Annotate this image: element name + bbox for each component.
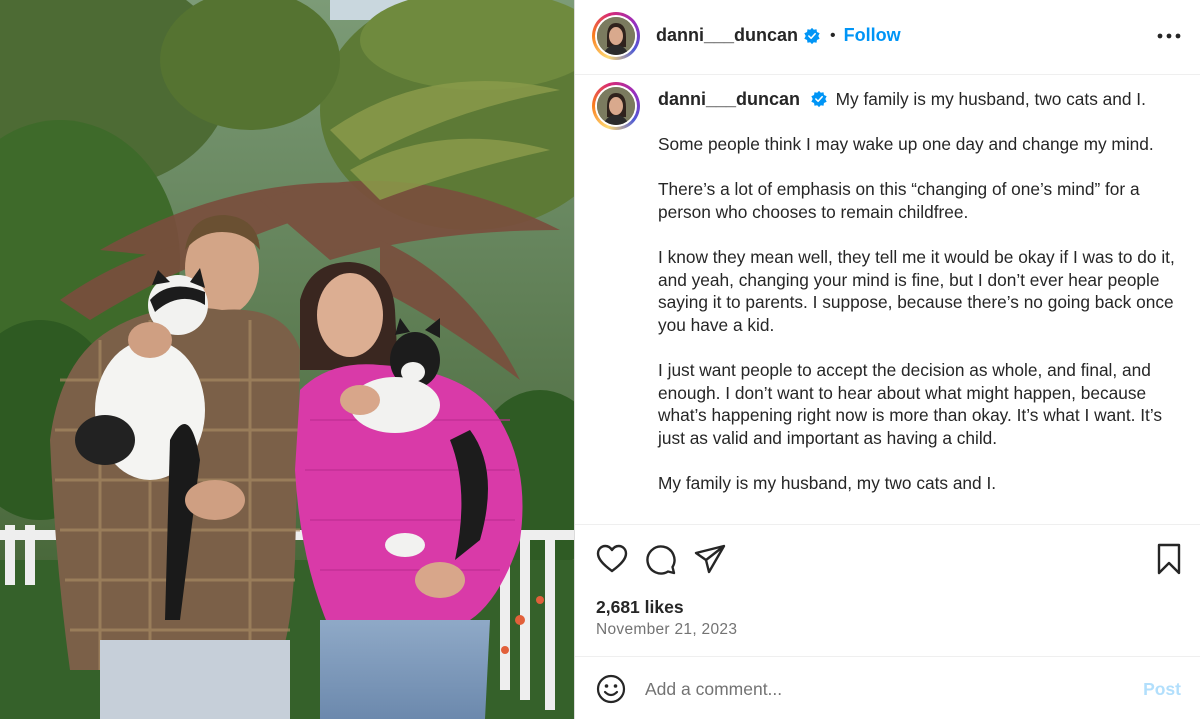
post-comment-button[interactable]: Post bbox=[1143, 679, 1181, 700]
verified-badge-icon bbox=[811, 90, 827, 108]
caption-text: danni___duncan My family is my husband, … bbox=[658, 88, 1178, 495]
caption-paragraph: I know they mean well, they tell me it w… bbox=[658, 247, 1175, 335]
header-user-row: danni___duncan • Follow bbox=[656, 25, 901, 46]
post-header: danni___duncan • Follow bbox=[575, 0, 1200, 75]
author-avatar[interactable] bbox=[592, 12, 640, 60]
heart-icon[interactable] bbox=[595, 542, 629, 576]
caption-paragraph: Some people think I may wake up one day … bbox=[658, 134, 1154, 155]
comment-composer: Post bbox=[575, 656, 1200, 719]
avatar-image bbox=[597, 87, 635, 125]
emoji-icon[interactable] bbox=[595, 673, 627, 705]
photo-illustration bbox=[0, 0, 574, 719]
follow-button[interactable]: Follow bbox=[844, 25, 901, 46]
post-photo[interactable] bbox=[0, 0, 574, 719]
avatar-image bbox=[597, 17, 635, 55]
caption-avatar[interactable] bbox=[592, 82, 640, 130]
likes-count[interactable]: 2,681 likes bbox=[596, 597, 684, 618]
verified-badge-icon bbox=[804, 27, 820, 44]
post-date[interactable]: November 21, 2023 bbox=[596, 621, 737, 639]
author-username[interactable]: danni___duncan bbox=[656, 25, 798, 46]
bookmark-icon[interactable] bbox=[1152, 542, 1186, 576]
caption-first-line: danni___duncan My family is my husband, … bbox=[658, 88, 1178, 111]
caption-paragraph: There’s a lot of emphasis on this “chang… bbox=[658, 179, 1140, 222]
comment-input[interactable] bbox=[645, 673, 1115, 705]
caption-paragraph: I just want people to accept the decisio… bbox=[658, 360, 1162, 448]
comment-icon[interactable] bbox=[643, 542, 677, 576]
share-icon[interactable] bbox=[693, 542, 727, 576]
separator-dot: • bbox=[830, 26, 836, 44]
more-options-icon[interactable] bbox=[1155, 24, 1183, 48]
caption-paragraph: My family is my husband, my two cats and… bbox=[658, 473, 997, 494]
post-details-panel: danni___duncan • Follow danni___duncan M… bbox=[574, 0, 1200, 719]
caption-lead: My family is my husband, two cats and I. bbox=[835, 89, 1146, 109]
post-actions: 2,681 likes November 21, 2023 bbox=[575, 524, 1200, 656]
caption-username[interactable]: danni___duncan bbox=[658, 89, 800, 109]
caption-section: danni___duncan My family is my husband, … bbox=[575, 76, 1200, 523]
